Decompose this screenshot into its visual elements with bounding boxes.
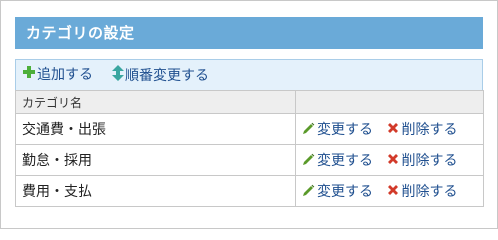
delete-button[interactable]: 削除する [387, 181, 457, 201]
x-icon [387, 122, 399, 138]
pencil-icon [302, 184, 315, 201]
settings-panel: カテゴリの設定 追加する 順番変更する カテゴリ名 交通費・出張 変更する 削除… [0, 0, 498, 229]
column-header-actions [295, 90, 484, 114]
table-header-row: カテゴリ名 [15, 90, 484, 114]
plus-icon [22, 65, 36, 85]
table-row: 交通費・出張 変更する 削除する [15, 113, 484, 145]
edit-button[interactable]: 変更する [302, 150, 373, 170]
category-name-cell: 交通費・出張 [15, 113, 296, 145]
category-table: カテゴリ名 交通費・出張 変更する 削除する 勤怠・採用 変更する 削除する 費… [15, 90, 484, 207]
category-name-cell: 費用・支払 [15, 175, 296, 207]
edit-label: 変更する [317, 153, 373, 169]
actions-cell: 変更する 削除する [295, 144, 484, 176]
table-row: 勤怠・採用 変更する 削除する [15, 144, 484, 176]
table-row: 費用・支払 変更する 削除する [15, 175, 484, 207]
delete-label: 削除する [401, 184, 458, 200]
x-icon [387, 153, 399, 169]
x-icon [387, 184, 399, 200]
pencil-icon [302, 153, 315, 170]
category-name-cell: 勤怠・採用 [15, 144, 296, 176]
add-label: 追加する [37, 67, 93, 83]
panel-header: カテゴリの設定 [15, 17, 483, 49]
reorder-button[interactable]: 順番変更する [112, 65, 209, 85]
delete-button[interactable]: 削除する [387, 119, 457, 139]
actions-cell: 変更する 削除する [295, 113, 484, 145]
pencil-icon [302, 122, 315, 139]
add-button[interactable]: 追加する [22, 65, 93, 85]
edit-label: 変更する [317, 122, 373, 138]
delete-label: 削除する [401, 153, 458, 169]
delete-button[interactable]: 削除する [387, 150, 457, 170]
edit-button[interactable]: 変更する [302, 181, 373, 201]
delete-label: 削除する [401, 122, 458, 138]
edit-button[interactable]: 変更する [302, 119, 373, 139]
edit-label: 変更する [317, 184, 373, 200]
page-title: カテゴリの設定 [26, 24, 135, 42]
actions-cell: 変更する 削除する [295, 175, 484, 207]
column-header-category-name: カテゴリ名 [15, 90, 296, 114]
reorder-label: 順番変更する [125, 68, 209, 84]
toolbar: 追加する 順番変更する [15, 59, 483, 91]
updown-arrow-icon [112, 65, 124, 87]
